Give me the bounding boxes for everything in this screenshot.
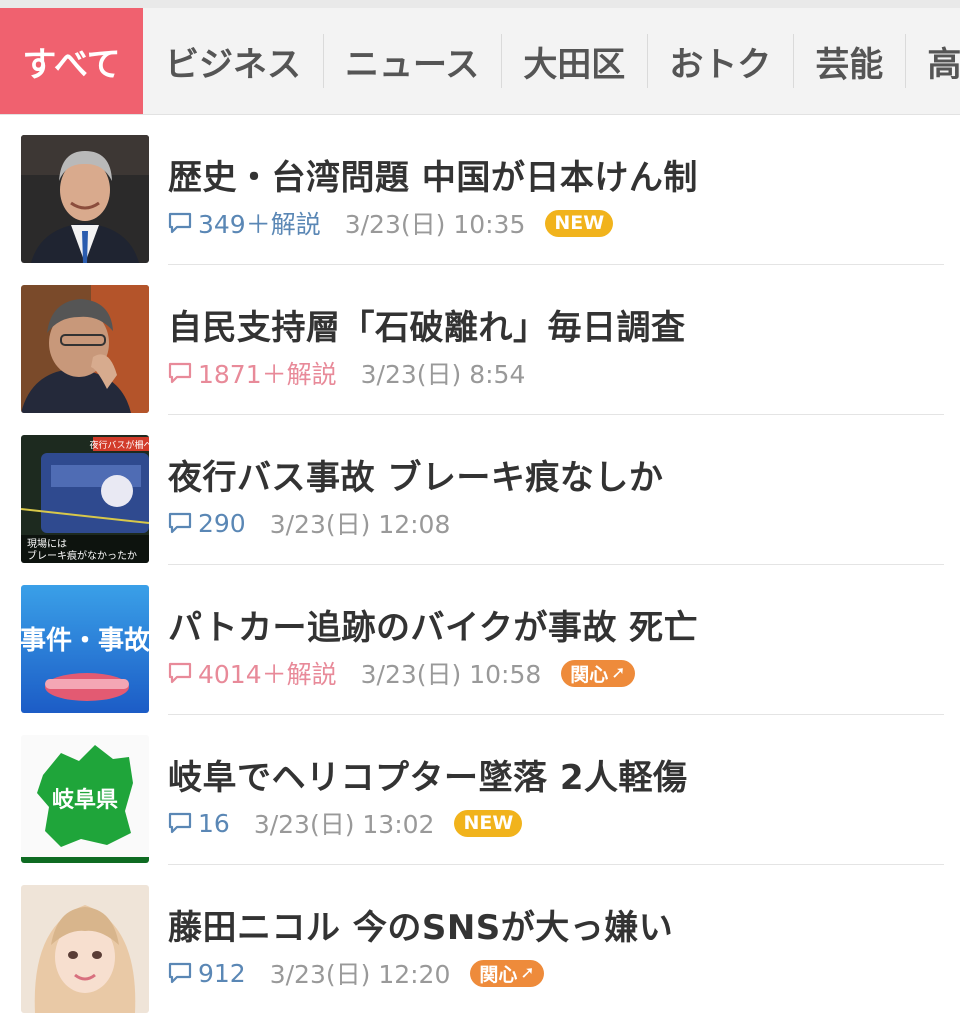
article-item[interactable]: 岐阜県 岐阜でヘリコプター墜落 2人軽傷 16 3/23(日) 13:02 NE… [0, 715, 960, 865]
article-item[interactable]: 藤田ニコル 今のSNSが大っ嫌い 912 3/23(日) 12:20 関心 ➚ [0, 865, 960, 1015]
article-title: 自民支持層「石破離れ」毎日調査 [168, 308, 686, 348]
tab-all[interactable]: すべて [0, 8, 143, 114]
thumb-caption: ブレーキ痕がなかったか [27, 549, 137, 562]
top-strip [0, 0, 960, 8]
article-thumbnail: 事件・事故 [21, 585, 149, 713]
article-title: 藤田ニコル 今のSNSが大っ嫌い [168, 908, 674, 948]
comment-count: 912 [198, 958, 246, 988]
trending-up-icon: ➚ [520, 963, 535, 983]
article-meta: 349＋解説 3/23(日) 10:35 NEW [168, 205, 614, 241]
tab-deals[interactable]: おトク [647, 8, 793, 114]
tab-entertainment[interactable]: 芸能 [793, 8, 905, 114]
article-item[interactable]: 事件・事故 パトカー追跡のバイクが事故 死亡 4014＋解説 3/23(日) 1… [0, 565, 960, 715]
comment-icon [168, 362, 192, 384]
article-meta: 16 3/23(日) 13:02 NEW [168, 805, 523, 841]
tab-business[interactable]: ビジネス [143, 8, 323, 114]
article-list: 歴史・台湾問題 中国が日本けん制 349＋解説 3/23(日) 10:35 NE… [0, 115, 960, 1015]
comment-icon [168, 662, 192, 684]
new-badge: NEW [545, 209, 614, 237]
interest-badge: 関心 ➚ [470, 959, 544, 987]
article-thumbnail: 岐阜県 [21, 735, 149, 863]
article-timestamp: 3/23(日) 12:20 [269, 960, 451, 989]
comment-count: 4014＋解説 [198, 660, 337, 689]
thumb-banner: 夜行バスが柵へ [89, 439, 149, 451]
article-meta: 4014＋解説 3/23(日) 10:58 関心 ➚ [168, 655, 635, 691]
comment-icon [168, 512, 192, 534]
article-title: パトカー追跡のバイクが事故 死亡 [168, 608, 699, 648]
new-badge: NEW [454, 809, 523, 837]
article-timestamp: 3/23(日) 13:02 [253, 810, 435, 839]
article-timestamp: 3/23(日) 12:08 [269, 510, 451, 539]
trending-up-icon: ➚ [611, 663, 626, 683]
article-timestamp: 3/23(日) 8:54 [360, 360, 526, 389]
comment-count: 349＋解説 [198, 210, 321, 239]
article-meta: 290 3/23(日) 12:08 [168, 505, 470, 541]
article-timestamp: 3/23(日) 10:58 [360, 660, 542, 689]
tab-news[interactable]: ニュース [323, 8, 501, 114]
thumb-text: 事件・事故 [21, 626, 149, 656]
article-title: 夜行バス事故 ブレーキ痕なしか [168, 458, 664, 498]
category-tabs: すべて ビジネス ニュース 大田区 おトク 芸能 高杉 [0, 8, 960, 115]
article-thumbnail [21, 885, 149, 1013]
comment-count: 16 [198, 808, 230, 838]
article-item[interactable]: 自民支持層「石破離れ」毎日調査 1871＋解説 3/23(日) 8:54 [0, 265, 960, 415]
tab-ota-ward[interactable]: 大田区 [501, 8, 647, 114]
comment-count: 290 [198, 508, 246, 538]
tab-more[interactable]: 高杉 [905, 8, 960, 114]
comment-icon [168, 962, 192, 984]
article-thumbnail: 夜行バスが柵へ 現場には ブレーキ痕がなかったか [21, 435, 149, 563]
interest-badge-label: 関心 [570, 663, 609, 686]
thumb-caption: 現場には [27, 537, 67, 550]
interest-badge-label: 関心 [479, 963, 518, 986]
comment-icon [168, 212, 192, 234]
article-thumbnail [21, 285, 149, 413]
article-item[interactable]: 歴史・台湾問題 中国が日本けん制 349＋解説 3/23(日) 10:35 NE… [0, 115, 960, 265]
thumb-text: 岐阜県 [52, 787, 118, 813]
article-timestamp: 3/23(日) 10:35 [344, 210, 526, 239]
article-title: 岐阜でヘリコプター墜落 2人軽傷 [168, 758, 688, 798]
article-meta: 1871＋解説 3/23(日) 8:54 [168, 355, 545, 391]
article-thumbnail [21, 135, 149, 263]
article-title: 歴史・台湾問題 中国が日本けん制 [168, 158, 698, 198]
interest-badge: 関心 ➚ [561, 659, 635, 687]
article-item[interactable]: 夜行バスが柵へ 現場には ブレーキ痕がなかったか 夜行バス事故 ブレーキ痕なしか… [0, 415, 960, 565]
comment-icon [168, 812, 192, 834]
article-meta: 912 3/23(日) 12:20 関心 ➚ [168, 955, 544, 991]
comment-count: 1871＋解説 [198, 360, 337, 389]
